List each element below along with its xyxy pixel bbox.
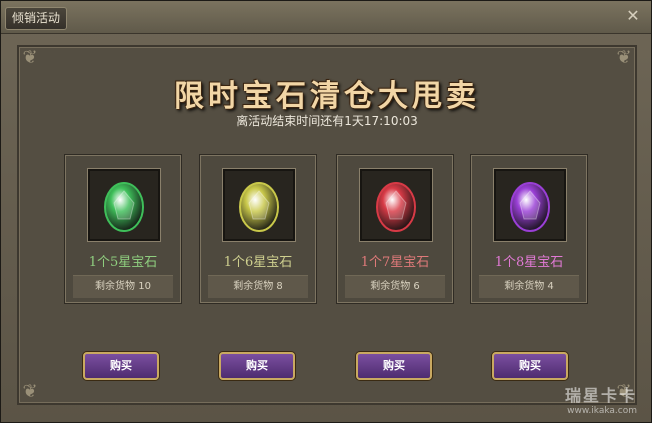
sale-window: 倾销活动 ✕ ❦ ❦ ❦ ❦ 限时宝石清仓大甩卖 离活动结束时间还有1天17:1… xyxy=(0,0,652,423)
event-title: 限时宝石清仓大甩卖 xyxy=(174,79,480,114)
green-gem-icon xyxy=(104,182,144,232)
gem-slot[interactable] xyxy=(494,169,566,241)
ornament-top-right-icon: ❦ xyxy=(616,47,632,68)
watermark-brand: 瑞星卡卡 xyxy=(564,386,637,405)
stock-remaining: 剩余货物 4 xyxy=(479,275,579,298)
gem-card: 1个6星宝石 剩余货物 8 xyxy=(199,154,317,304)
close-icon[interactable]: ✕ xyxy=(623,7,643,25)
event-panel: ❦ ❦ ❦ ❦ 限时宝石清仓大甩卖 离活动结束时间还有1天17:10:03 1个… xyxy=(17,45,637,405)
buy-button[interactable]: 购买 xyxy=(356,352,432,380)
ornament-top-left-icon: ❦ xyxy=(22,47,38,68)
title-bar: 倾销活动 ✕ xyxy=(1,1,651,34)
stock-remaining: 剩余货物 6 xyxy=(345,275,445,298)
purple-gem-icon xyxy=(510,182,550,232)
countdown-text: 离活动结束时间还有1天17:10:03 xyxy=(236,114,418,128)
gem-name: 1个7星宝石 xyxy=(360,255,430,270)
gem-card: 1个7星宝石 剩余货物 6 xyxy=(336,154,454,304)
watermark-url: www.ikaka.com xyxy=(567,406,637,416)
stock-remaining: 剩余货物 8 xyxy=(208,275,308,298)
gem-name: 1个5星宝石 xyxy=(88,255,158,270)
gem-card: 1个5星宝石 剩余货物 10 xyxy=(64,154,182,304)
stock-remaining: 剩余货物 10 xyxy=(73,275,173,298)
ornament-bottom-left-icon: ❦ xyxy=(22,381,38,402)
buy-button[interactable]: 购买 xyxy=(83,352,159,380)
watermark: 瑞星卡卡 www.ikaka.com xyxy=(565,382,637,416)
gem-slot[interactable] xyxy=(223,169,295,241)
gem-name: 1个6星宝石 xyxy=(223,255,293,270)
red-gem-icon xyxy=(376,182,416,232)
buy-button[interactable]: 购买 xyxy=(492,352,568,380)
tab-sale-event[interactable]: 倾销活动 xyxy=(5,7,68,30)
gem-name: 1个8星宝石 xyxy=(494,255,564,270)
gem-card: 1个8星宝石 剩余货物 4 xyxy=(470,154,588,304)
gem-slot[interactable] xyxy=(88,169,160,241)
gem-slot[interactable] xyxy=(360,169,432,241)
buy-button[interactable]: 购买 xyxy=(219,352,295,380)
yellow-gem-icon xyxy=(239,182,279,232)
